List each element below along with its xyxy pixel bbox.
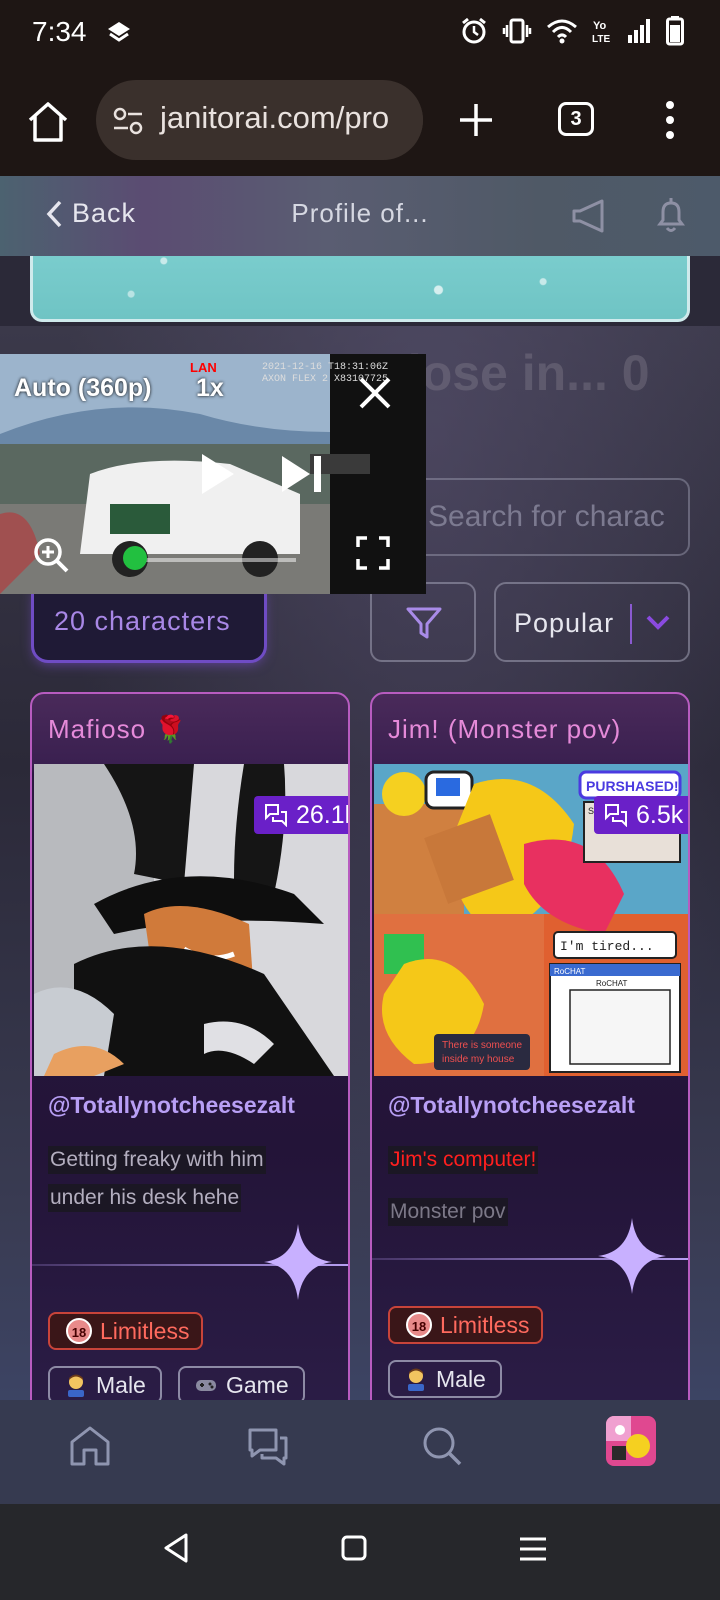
tag-label: Game (226, 1371, 289, 1398)
age-restricted-icon: 18 (406, 1312, 432, 1338)
card-author[interactable]: @Totallynotcheesezalt (48, 1092, 295, 1119)
chat-count-badge: 6.5k (594, 796, 688, 834)
video-timestamp-line: 2021-12-16 T18:31:06Z (262, 362, 389, 373)
filter-icon (406, 607, 442, 639)
sort-dropdown[interactable]: Popular (494, 582, 690, 662)
nav-search-icon[interactable] (420, 1424, 464, 1468)
video-player[interactable]: LAN 2021-12-16 T18:31:06Z AXON FLEX 2 X8… (0, 354, 426, 594)
image-text: There is someone (442, 1040, 522, 1051)
card-author[interactable]: @Totallynotcheesezalt (388, 1092, 635, 1119)
page-header: Back Profile of... (0, 176, 720, 256)
alarm-icon (462, 17, 486, 44)
tab-switcher-button[interactable]: 3 (558, 102, 594, 136)
man-icon (408, 1368, 424, 1391)
skip-next-icon[interactable] (280, 454, 324, 494)
page-title: Profile of... (291, 198, 429, 228)
more-menu-icon[interactable] (664, 100, 676, 140)
status-bar: 7:34 Yo LTE (0, 0, 720, 64)
back-triangle-icon[interactable] (162, 1532, 190, 1564)
new-tab-icon[interactable] (458, 102, 494, 138)
card-description: Getting freaky with him (48, 1146, 266, 1174)
character-card[interactable]: Mafioso 🌹 26.1k @Totally (30, 692, 350, 1400)
svg-text:LTE: LTE (592, 34, 610, 45)
chat-count-badge: 26.1k (254, 796, 348, 834)
tag-label: Limitless (440, 1311, 530, 1338)
man-icon (68, 1374, 84, 1397)
card-description: Monster pov (388, 1198, 508, 1226)
chat-count: 6.5k (636, 800, 684, 829)
system-navigation-bar (0, 1504, 720, 1600)
svg-text:Yo: Yo (593, 20, 607, 32)
character-count: 20 characters (54, 606, 231, 636)
card-title: Mafioso 🌹 (48, 714, 188, 744)
site-settings-icon[interactable] (112, 106, 144, 136)
tag-label: Male (96, 1371, 146, 1398)
browser-toolbar: janitorai.com/pro 3 (0, 64, 720, 176)
tag-limitless[interactable]: 18 Limitless (388, 1306, 544, 1344)
chat-count: 26.1k (296, 800, 348, 829)
nav-chats-icon[interactable] (246, 1424, 290, 1468)
chat-bubbles-icon (605, 804, 627, 827)
megaphone-icon[interactable] (570, 198, 606, 234)
video-overlay-tag: LAN (190, 360, 217, 375)
layers-icon (108, 22, 130, 42)
tag-limitless[interactable]: 18 Limitless (48, 1312, 204, 1350)
image-text: I'm tired... (560, 939, 654, 954)
home-icon[interactable] (26, 100, 70, 144)
video-progress-track[interactable] (126, 558, 296, 562)
tag-label: Limitless (100, 1317, 190, 1344)
character-card[interactable]: Jim! (Monster pov) PURSHASED! SHOP (370, 692, 690, 1400)
status-time: 7:34 (32, 16, 87, 47)
age-restricted-icon: 18 (66, 1318, 92, 1344)
battery-icon (666, 16, 684, 46)
nav-home-icon[interactable] (68, 1424, 112, 1468)
video-quality-button[interactable]: Auto (360p) (14, 374, 152, 403)
bottom-navigation (0, 1400, 720, 1504)
filter-button[interactable] (370, 582, 476, 662)
tag-game[interactable]: Game (178, 1366, 305, 1400)
image-text: PURSHASED! (586, 778, 679, 794)
signal-icon (628, 19, 650, 43)
chat-bubbles-icon (265, 804, 287, 827)
sparkle-icon (264, 1224, 332, 1300)
character-count-badge: 20 characters (34, 588, 264, 660)
playback-speed-button[interactable]: 1x (196, 374, 224, 403)
tag-label: Male (436, 1365, 486, 1392)
recents-square-icon[interactable] (340, 1534, 368, 1562)
wifi-icon (547, 19, 577, 44)
sparkle-icon (598, 1218, 666, 1294)
chevron-down-icon (646, 615, 670, 630)
video-progress-handle[interactable] (122, 546, 147, 570)
tag-male[interactable]: Male (388, 1360, 502, 1398)
card-description: under his desk hehe (48, 1184, 242, 1212)
bell-icon[interactable] (656, 196, 686, 234)
tag-male[interactable]: Male (48, 1366, 162, 1400)
url-text: janitorai.com/pro (160, 100, 390, 135)
image-text: RoCHAT (596, 979, 628, 988)
vibrate-icon (502, 18, 532, 44)
zoom-in-icon[interactable] (32, 536, 70, 574)
volte-icon: Yo LTE (592, 20, 610, 45)
card-title: Jim! (Monster pov) (388, 714, 622, 744)
card-description: Jim's computer! (388, 1146, 539, 1174)
play-icon[interactable] (200, 452, 236, 496)
profile-avatar[interactable] (606, 1416, 656, 1466)
game-controller-icon (196, 1380, 216, 1391)
menu-lines-icon[interactable] (518, 1536, 548, 1562)
sort-label: Popular (514, 608, 615, 638)
image-text: RoCHAT (554, 967, 586, 976)
fullscreen-icon[interactable] (356, 536, 390, 570)
image-text: inside my house (442, 1054, 515, 1065)
close-icon[interactable] (358, 376, 392, 410)
address-bar[interactable]: janitorai.com/pro (96, 80, 423, 160)
